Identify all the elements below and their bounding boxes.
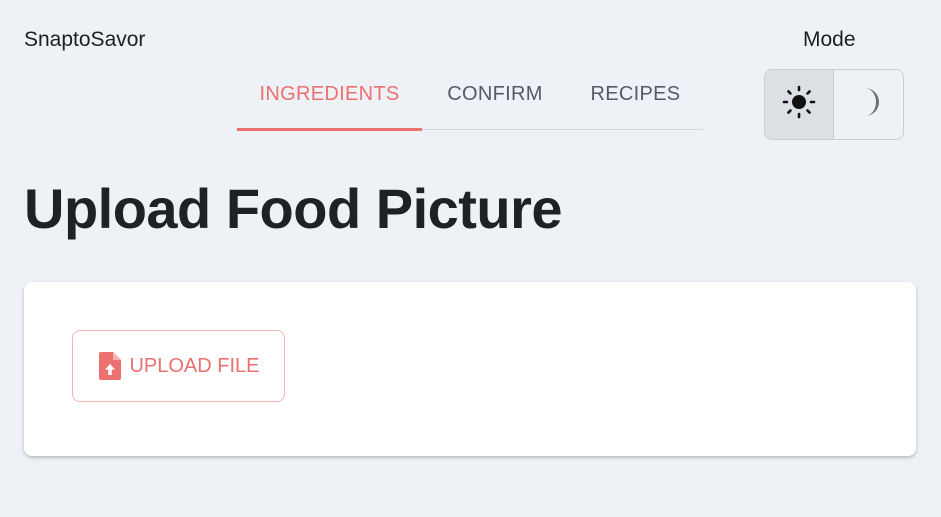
upload-card: UPLOAD FILE (24, 282, 916, 456)
file-upload-icon (97, 351, 123, 381)
upload-file-label: UPLOAD FILE (129, 354, 260, 377)
mode-toggle (764, 69, 904, 140)
tab-recipes[interactable]: RECIPES (568, 74, 703, 130)
sun-icon (782, 85, 816, 124)
app-brand: SnaptoSavor (24, 28, 146, 51)
step-tabs: INGREDIENTS CONFIRM RECIPES (237, 74, 703, 131)
mode-label: Mode (803, 28, 856, 51)
tab-ingredients[interactable]: INGREDIENTS (237, 74, 422, 131)
light-mode-button[interactable] (765, 70, 834, 139)
app-root: SnaptoSavor INGREDIENTS CONFIRM RECIPES … (0, 0, 941, 517)
tab-confirm[interactable]: CONFIRM (422, 74, 568, 130)
upload-file-button[interactable]: UPLOAD FILE (72, 330, 285, 402)
page-title: Upload Food Picture (24, 177, 563, 240)
moon-icon (854, 85, 884, 124)
dark-mode-button[interactable] (834, 70, 903, 139)
